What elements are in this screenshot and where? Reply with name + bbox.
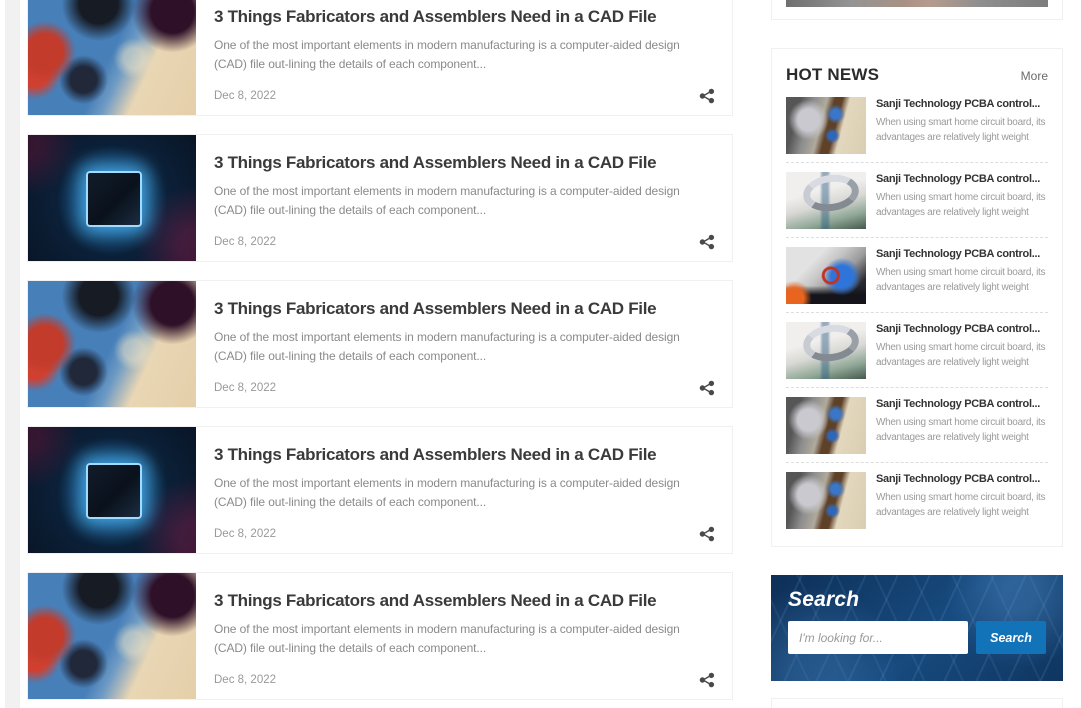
hot-news-item-title[interactable]: Sanji Technology PCBA control... — [876, 323, 1048, 335]
hot-news-item-description: When using smart home circuit board, its… — [876, 265, 1048, 295]
hot-news-item-description: When using smart home circuit board, its… — [876, 115, 1048, 145]
hot-news-list: Sanji Technology PCBA control... When us… — [786, 97, 1048, 529]
hot-news-item[interactable]: Sanji Technology PCBA control... When us… — [786, 247, 1048, 304]
article-thumbnail-image[interactable] — [28, 0, 196, 115]
article-card-body: 3 Things Fabricators and Assemblers Need… — [196, 0, 732, 115]
hot-news-item-text: Sanji Technology PCBA control... When us… — [876, 397, 1048, 454]
hot-news-item-description: When using smart home circuit board, its… — [876, 340, 1048, 370]
hot-news-item-title[interactable]: Sanji Technology PCBA control... — [876, 98, 1048, 110]
hot-news-item-text: Sanji Technology PCBA control... When us… — [876, 97, 1048, 154]
hot-news-item-title[interactable]: Sanji Technology PCBA control... — [876, 173, 1048, 185]
article-card: 3 Things Fabricators and Assemblers Need… — [27, 426, 733, 554]
article-excerpt: One of the most important elements in mo… — [214, 474, 715, 512]
share-icon[interactable] — [699, 88, 715, 104]
article-meta-row: Dec 8, 2022 — [214, 672, 715, 688]
hot-news-widget: HOT NEWS More Sanji Technology PCBA cont… — [771, 48, 1063, 547]
hot-news-item[interactable]: Sanji Technology PCBA control... When us… — [786, 322, 1048, 379]
article-title[interactable]: 3 Things Fabricators and Assemblers Need… — [214, 153, 715, 173]
article-date: Dec 8, 2022 — [214, 528, 276, 540]
article-meta-row: Dec 8, 2022 — [214, 526, 715, 542]
share-icon[interactable] — [699, 234, 715, 250]
page-edge-gutter — [5, 0, 20, 708]
hot-news-item[interactable]: Sanji Technology PCBA control... When us… — [786, 97, 1048, 154]
article-card-body: 3 Things Fabricators and Assemblers Need… — [196, 135, 732, 261]
hot-news-thumbnail-image[interactable] — [786, 322, 866, 379]
article-card: 3 Things Fabricators and Assemblers Need… — [27, 0, 733, 116]
article-card: 3 Things Fabricators and Assemblers Need… — [27, 280, 733, 408]
article-date: Dec 8, 2022 — [214, 236, 276, 248]
sidebar-bottom-widget — [771, 698, 1063, 708]
article-thumbnail-image[interactable] — [28, 573, 196, 699]
hot-news-item-text: Sanji Technology PCBA control... When us… — [876, 247, 1048, 304]
hot-news-thumbnail-image[interactable] — [786, 97, 866, 154]
hot-news-item[interactable]: Sanji Technology PCBA control... When us… — [786, 172, 1048, 229]
article-card: 3 Things Fabricators and Assemblers Need… — [27, 134, 733, 262]
sidebar: HOT NEWS More Sanji Technology PCBA cont… — [771, 0, 1063, 708]
more-link[interactable]: More — [1021, 69, 1048, 83]
article-excerpt: One of the most important elements in mo… — [214, 328, 715, 366]
article-list: 3 Things Fabricators and Assemblers Need… — [27, 0, 733, 708]
article-card-body: 3 Things Fabricators and Assemblers Need… — [196, 427, 732, 553]
top-banner-image[interactable] — [786, 0, 1048, 7]
article-date: Dec 8, 2022 — [214, 90, 276, 102]
article-excerpt: One of the most important elements in mo… — [214, 182, 715, 220]
hot-news-item[interactable]: Sanji Technology PCBA control... When us… — [786, 472, 1048, 529]
hot-news-item[interactable]: Sanji Technology PCBA control... When us… — [786, 397, 1048, 454]
search-input[interactable] — [788, 621, 968, 654]
article-excerpt: One of the most important elements in mo… — [214, 620, 715, 658]
share-icon[interactable] — [699, 526, 715, 542]
hot-news-heading: HOT NEWS — [786, 65, 879, 85]
hot-news-item-text: Sanji Technology PCBA control... When us… — [876, 322, 1048, 379]
article-meta-row: Dec 8, 2022 — [214, 234, 715, 250]
share-icon[interactable] — [699, 380, 715, 396]
hot-news-thumbnail-image[interactable] — [786, 247, 866, 304]
hot-news-item-description: When using smart home circuit board, its… — [876, 490, 1048, 520]
hot-news-item-description: When using smart home circuit board, its… — [876, 415, 1048, 445]
article-card-body: 3 Things Fabricators and Assemblers Need… — [196, 573, 732, 699]
article-card-body: 3 Things Fabricators and Assemblers Need… — [196, 281, 732, 407]
search-row: Search — [788, 621, 1046, 654]
article-date: Dec 8, 2022 — [214, 674, 276, 686]
article-title[interactable]: 3 Things Fabricators and Assemblers Need… — [214, 7, 715, 27]
search-button[interactable]: Search — [976, 621, 1046, 654]
sidebar-top-widget — [771, 0, 1063, 20]
article-excerpt: One of the most important elements in mo… — [214, 36, 715, 74]
hot-news-item-text: Sanji Technology PCBA control... When us… — [876, 472, 1048, 529]
article-meta-row: Dec 8, 2022 — [214, 380, 715, 396]
article-title[interactable]: 3 Things Fabricators and Assemblers Need… — [214, 299, 715, 319]
article-card: 3 Things Fabricators and Assemblers Need… — [27, 572, 733, 700]
share-icon[interactable] — [699, 672, 715, 688]
hot-news-header: HOT NEWS More — [786, 65, 1048, 85]
article-date: Dec 8, 2022 — [214, 382, 276, 394]
article-thumbnail-image[interactable] — [28, 281, 196, 407]
search-widget: Search Search — [771, 575, 1063, 681]
hot-news-thumbnail-image[interactable] — [786, 397, 866, 454]
hot-news-item-title[interactable]: Sanji Technology PCBA control... — [876, 248, 1048, 260]
hot-news-item-title[interactable]: Sanji Technology PCBA control... — [876, 398, 1048, 410]
article-meta-row: Dec 8, 2022 — [214, 88, 715, 104]
article-thumbnail-image[interactable] — [28, 135, 196, 261]
search-heading: Search — [788, 588, 1046, 612]
hot-news-item-description: When using smart home circuit board, its… — [876, 190, 1048, 220]
hot-news-item-text: Sanji Technology PCBA control... When us… — [876, 172, 1048, 229]
hot-news-item-title[interactable]: Sanji Technology PCBA control... — [876, 473, 1048, 485]
article-thumbnail-image[interactable] — [28, 427, 196, 553]
article-title[interactable]: 3 Things Fabricators and Assemblers Need… — [214, 445, 715, 465]
hot-news-thumbnail-image[interactable] — [786, 172, 866, 229]
article-title[interactable]: 3 Things Fabricators and Assemblers Need… — [214, 591, 715, 611]
hot-news-thumbnail-image[interactable] — [786, 472, 866, 529]
